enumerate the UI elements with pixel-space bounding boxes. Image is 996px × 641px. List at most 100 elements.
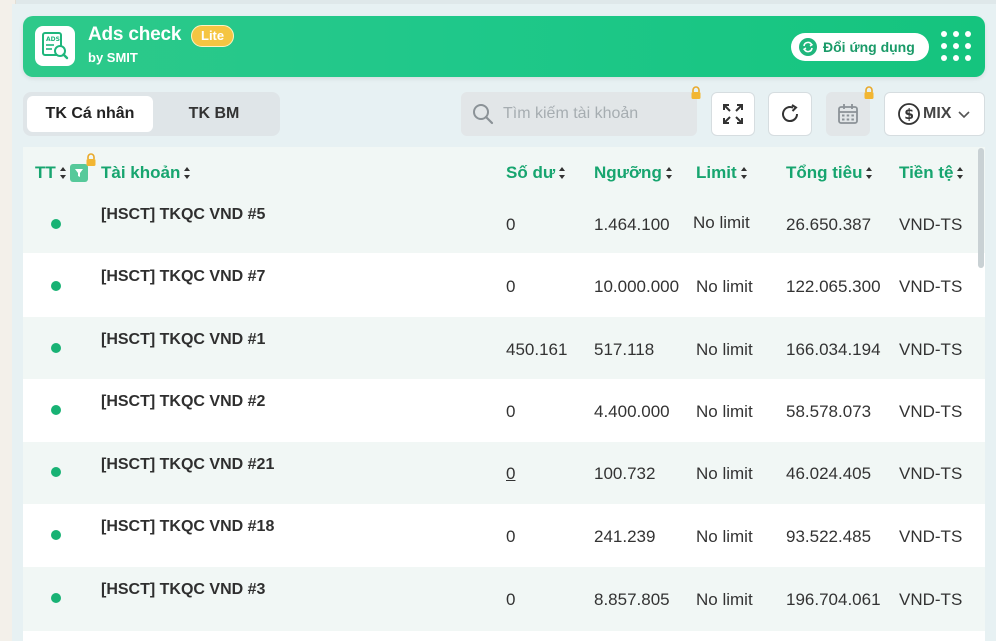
table-row[interactable]: [HSCT] TKQC VND #18 0 241.239 No limit 9… xyxy=(23,504,985,567)
col-account-label: Tài khoản xyxy=(101,163,181,182)
table-scrollbar[interactable] xyxy=(978,148,984,268)
status-dot xyxy=(51,281,61,291)
table-row[interactable]: [HSCT] TKQC VND #3 0 8.857.805 No limit … xyxy=(23,567,985,631)
table-row[interactable]: [HSCT] TKQC VND #7 0 10.000.000 No limit… xyxy=(23,253,985,317)
col-limit[interactable]: Limit xyxy=(696,163,748,183)
col-threshold-label: Ngưỡng xyxy=(594,163,662,182)
balance: 450.161 xyxy=(506,340,568,359)
limit: No limit xyxy=(693,213,750,232)
total-spend: 166.034.194 xyxy=(786,340,881,359)
account-name[interactable]: [HSCT] TKQC VND #21 xyxy=(101,456,274,474)
balance: 0 xyxy=(506,215,516,234)
col-currency-label: Tiền tệ xyxy=(899,163,954,182)
col-total-spend[interactable]: Tổng tiêu xyxy=(786,163,873,183)
status-dot xyxy=(51,219,61,229)
currency: VND-TS xyxy=(899,340,963,359)
table-row-partial xyxy=(23,631,985,641)
search-box xyxy=(461,92,697,136)
account-name[interactable]: [HSCT] TKQC VND #7 xyxy=(101,268,265,286)
svg-text:$: $ xyxy=(904,107,914,123)
filter-icon[interactable] xyxy=(70,164,88,182)
col-status[interactable]: TT xyxy=(35,163,67,183)
lock-icon xyxy=(691,86,701,99)
sort-icon xyxy=(559,167,566,179)
app-header: ADS Ads check Lite by SMIT Đổi ứng dụng xyxy=(23,16,985,77)
table-row[interactable]: [HSCT] TKQC VND #21 0 100.732 No limit 4… xyxy=(23,442,985,504)
currency: VND-TS xyxy=(899,464,963,483)
status-dot xyxy=(51,343,61,353)
tab-personal[interactable]: TK Cá nhân xyxy=(27,96,153,132)
fullscreen-button[interactable] xyxy=(711,92,755,136)
sort-icon xyxy=(59,167,67,179)
currency: VND-TS xyxy=(899,590,963,609)
app-subtitle: by SMIT xyxy=(88,50,138,65)
status-dot xyxy=(51,467,61,477)
threshold: 241.239 xyxy=(594,527,656,546)
currency: VND-TS xyxy=(899,215,963,234)
currency: VND-TS xyxy=(899,402,963,421)
currency: VND-TS xyxy=(899,527,963,546)
table-row[interactable]: [HSCT] TKQC VND #1 450.161 517.118 No li… xyxy=(23,317,985,379)
currency: VND-TS xyxy=(899,277,963,296)
col-total-spend-label: Tổng tiêu xyxy=(786,163,863,182)
limit: No limit xyxy=(696,277,753,296)
search-input[interactable] xyxy=(503,105,683,123)
switch-app-button[interactable]: Đổi ứng dụng xyxy=(791,33,929,61)
limit: No limit xyxy=(696,590,753,609)
status-dot xyxy=(51,405,61,415)
sort-icon xyxy=(740,167,748,179)
account-name[interactable]: [HSCT] TKQC VND #3 xyxy=(101,581,265,599)
expand-icon xyxy=(723,104,743,124)
search-icon xyxy=(473,104,494,125)
table-row[interactable]: [HSCT] TKQC VND #5 0 1.464.100 No limit … xyxy=(23,199,985,253)
total-spend: 122.065.300 xyxy=(786,277,881,296)
threshold: 1.464.100 xyxy=(594,215,670,234)
table-header: TT Tài khoản Số dư Ngưỡng Limit Tổng tiê… xyxy=(23,147,985,199)
total-spend: 46.024.405 xyxy=(786,464,872,483)
tab-bm[interactable]: TK BM xyxy=(153,96,275,132)
app-title: Ads check xyxy=(88,24,182,45)
app-logo: ADS xyxy=(35,26,75,66)
col-balance-label: Số dư xyxy=(506,163,556,182)
limit: No limit xyxy=(696,402,753,421)
refresh-button[interactable] xyxy=(768,92,812,136)
currency-select-value: MIX xyxy=(923,105,952,122)
total-spend: 196.704.061 xyxy=(786,590,881,609)
ads-search-icon: ADS xyxy=(42,32,69,60)
account-name[interactable]: [HSCT] TKQC VND #1 xyxy=(101,331,265,349)
status-dot xyxy=(51,593,61,603)
col-threshold[interactable]: Ngưỡng xyxy=(594,163,673,183)
lock-icon xyxy=(864,86,874,99)
limit: No limit xyxy=(696,527,753,546)
svg-text:ADS: ADS xyxy=(46,36,60,43)
refresh-icon xyxy=(782,104,799,123)
account-type-tabs: TK Cá nhân TK BM xyxy=(23,92,280,136)
limit: No limit xyxy=(696,464,753,483)
sort-icon xyxy=(665,167,673,179)
currency-select[interactable]: $ MIX xyxy=(884,92,985,136)
threshold: 100.732 xyxy=(594,464,656,483)
sort-icon xyxy=(184,167,191,179)
balance: 0 xyxy=(506,402,516,421)
sort-icon xyxy=(866,167,873,179)
account-name[interactable]: [HSCT] TKQC VND #2 xyxy=(101,393,265,411)
threshold: 4.400.000 xyxy=(594,402,670,421)
threshold: 10.000.000 xyxy=(594,277,680,296)
chevron-down-icon xyxy=(958,111,971,119)
table-row[interactable]: [HSCT] TKQC VND #2 0 4.400.000 No limit … xyxy=(23,379,985,442)
refresh-swap-icon xyxy=(799,38,817,56)
balance: 0 xyxy=(506,590,516,609)
account-name[interactable]: [HSCT] TKQC VND #5 xyxy=(101,206,265,224)
account-name[interactable]: [HSCT] TKQC VND #18 xyxy=(101,518,274,536)
balance: 0 xyxy=(506,527,516,546)
col-currency[interactable]: Tiền tệ xyxy=(899,163,964,183)
total-spend: 93.522.485 xyxy=(786,527,872,546)
apps-grid-icon[interactable] xyxy=(941,31,975,65)
lock-icon xyxy=(86,153,96,166)
total-spend: 58.578.073 xyxy=(786,402,872,421)
balance-link[interactable]: 0 xyxy=(506,464,515,484)
status-dot xyxy=(51,530,61,540)
col-account[interactable]: Tài khoản xyxy=(101,163,191,183)
col-status-label: TT xyxy=(35,163,56,182)
col-balance[interactable]: Số dư xyxy=(506,163,566,183)
